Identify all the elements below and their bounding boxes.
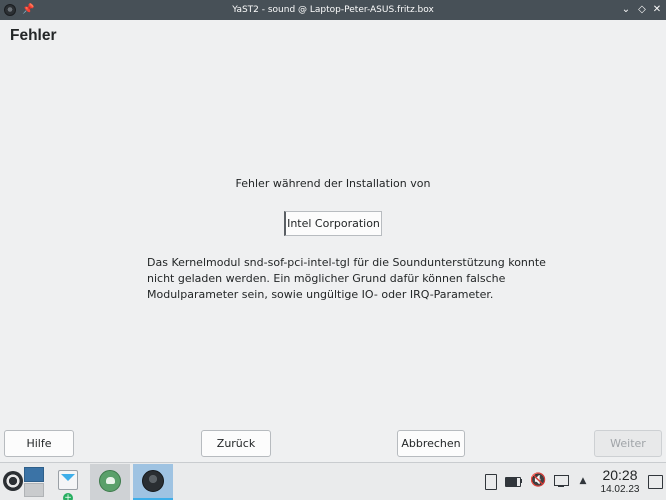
clipboard-icon[interactable] (483, 472, 497, 490)
add-badge-icon: + (63, 493, 73, 500)
minimize-icon[interactable]: ⌄ (619, 3, 633, 17)
virtual-desktop-pager[interactable] (24, 467, 44, 497)
mail-icon: + (58, 470, 78, 500)
yast-icon (142, 470, 164, 492)
network-icon[interactable] (553, 472, 569, 490)
tray-expand-icon[interactable]: ▲ (576, 472, 590, 490)
abort-button[interactable]: Abbrechen (397, 430, 465, 457)
vendor-field: Intel Corporation (284, 211, 382, 236)
application-launcher-icon[interactable] (3, 471, 23, 491)
show-desktop-icon[interactable] (648, 472, 663, 490)
maximize-icon[interactable]: ◇ (635, 3, 649, 17)
help-button[interactable]: Hilfe (4, 430, 74, 457)
clock-time[interactable]: 20:28 (598, 467, 642, 483)
battery-icon[interactable] (505, 472, 523, 490)
audio-muted-icon[interactable]: 🔇 (530, 472, 546, 490)
taskbar: + 🔇 ▲ 20:28 14.02.23 (0, 462, 666, 500)
error-label: Fehler während der Installation von (235, 177, 431, 190)
desktop-2[interactable] (24, 483, 44, 497)
window-titlebar[interactable]: 📌 YaST2 - sound @ Laptop-Peter-ASUS.frit… (0, 0, 666, 20)
taskbar-item-yast[interactable] (133, 464, 173, 500)
chameleon-icon (99, 470, 121, 492)
error-message: Das Kernelmodul snd-sof-pci-intel-tgl fü… (147, 256, 546, 301)
clock-date[interactable]: 14.02.23 (595, 484, 645, 496)
back-button[interactable]: Zurück (201, 430, 271, 457)
taskbar-item-mail[interactable]: + (48, 464, 88, 500)
next-button: Weiter (594, 430, 662, 457)
window-title: YaST2 - sound @ Laptop-Peter-ASUS.fritz.… (232, 5, 434, 15)
taskbar-item-chameleon[interactable] (90, 464, 130, 500)
desktop-1[interactable] (24, 467, 44, 482)
page-title: Fehler (10, 27, 57, 44)
close-icon[interactable]: ✕ (650, 3, 664, 17)
